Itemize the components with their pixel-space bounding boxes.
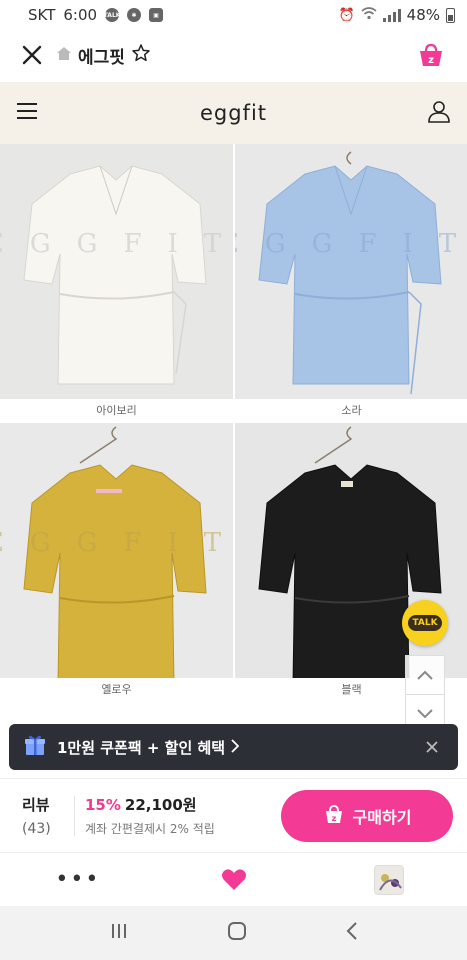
product-card[interactable]: EGGFIT 아이보리	[0, 144, 233, 423]
talk-icon: TALK	[408, 615, 442, 631]
divider	[74, 795, 75, 836]
clock-time: 6:00	[63, 6, 98, 24]
buy-button[interactable]: z 구매하기	[281, 790, 453, 842]
svg-text:z: z	[331, 814, 336, 823]
wifi-icon	[361, 6, 377, 24]
gallery-icon: ▣	[149, 8, 164, 22]
hamburger-menu-icon[interactable]	[16, 102, 38, 124]
purchase-bar: 리뷰 (43) 15% 22,100원 계좌 간편결제시 2% 적립 z 구매하…	[0, 778, 467, 852]
payment-reward-note: 계좌 간편결제시 2% 적립	[85, 822, 215, 836]
close-icon[interactable]	[420, 737, 444, 758]
toast-message: 1만원 쿠폰팩 + 할인 혜택	[57, 738, 226, 757]
system-nav-bar	[0, 906, 467, 960]
app-header: 에그핏 z	[0, 30, 467, 80]
star-icon[interactable]	[131, 43, 151, 68]
scroll-up-button[interactable]	[405, 655, 445, 695]
product-photo[interactable]: EGGFIT	[0, 423, 233, 678]
settings-gear-icon: ✱	[127, 8, 142, 22]
product-color-label: 소라	[235, 399, 467, 423]
buy-button-label: 구매하기	[352, 808, 412, 827]
svg-text:EGGFIT: EGGFIT	[0, 528, 233, 558]
recent-product-thumbnail[interactable]	[311, 853, 467, 907]
shopping-bag-icon: z	[323, 803, 345, 829]
discount-rate: 15%	[85, 796, 121, 814]
alarm-icon: ⏰	[338, 7, 355, 23]
signal-icon	[382, 8, 401, 22]
review-summary[interactable]: 리뷰 (43)	[22, 794, 72, 837]
chevron-up-icon	[417, 670, 433, 680]
product-card[interactable]: EGGFIT 옐로우	[0, 423, 233, 702]
product-card[interactable]: EGGFIT 소라	[235, 144, 467, 423]
back-icon[interactable]	[345, 921, 359, 945]
carrier-label: SKT	[28, 6, 56, 24]
site-header: eggfit	[0, 82, 467, 144]
shopping-bag-icon[interactable]: z	[411, 35, 451, 75]
battery-icon	[446, 7, 455, 23]
review-label: 리뷰	[22, 796, 50, 814]
sale-price: 22,100원	[124, 796, 197, 814]
shop-name-label: 에그핏	[78, 47, 125, 68]
kakao-talk-button[interactable]: TALK	[402, 600, 448, 646]
product-grid: EGGFIT 아이보리 EGGFIT 소라	[0, 144, 467, 782]
gift-icon	[23, 733, 47, 761]
review-count: (43)	[22, 821, 51, 837]
svg-text:EGGFIT: EGGFIT	[235, 229, 467, 259]
shop-title[interactable]: 에그핏	[56, 43, 151, 68]
status-bar: SKT 6:00 TALK ✱ ▣ ⏰ 48%	[0, 0, 467, 30]
product-photo[interactable]: EGGFIT	[0, 144, 233, 399]
bottom-nav: •••	[0, 852, 467, 906]
chevron-right-icon	[231, 738, 240, 757]
heart-icon[interactable]	[156, 853, 312, 907]
product-photo[interactable]: EGGFIT	[235, 144, 467, 399]
user-icon[interactable]	[427, 99, 451, 127]
product-color-label: 옐로우	[0, 678, 233, 702]
product-color-label: 아이보리	[0, 399, 233, 423]
battery-percent: 48%	[406, 6, 440, 24]
site-logo[interactable]: eggfit	[0, 101, 467, 125]
home-button-icon[interactable]	[226, 920, 248, 946]
talk-icon: TALK	[104, 8, 120, 22]
price-block: 15% 22,100원 계좌 간편결제시 2% 적립	[85, 794, 215, 837]
recent-apps-icon[interactable]	[109, 922, 129, 944]
coupon-toast[interactable]: 1만원 쿠폰팩 + 할인 혜택	[9, 724, 458, 770]
svg-text:EGGFIT: EGGFIT	[0, 229, 233, 259]
chevron-down-icon	[417, 709, 433, 719]
more-icon[interactable]: •••	[0, 853, 156, 907]
home-icon	[56, 45, 72, 66]
close-icon[interactable]	[16, 39, 48, 71]
svg-text:z: z	[428, 55, 434, 66]
